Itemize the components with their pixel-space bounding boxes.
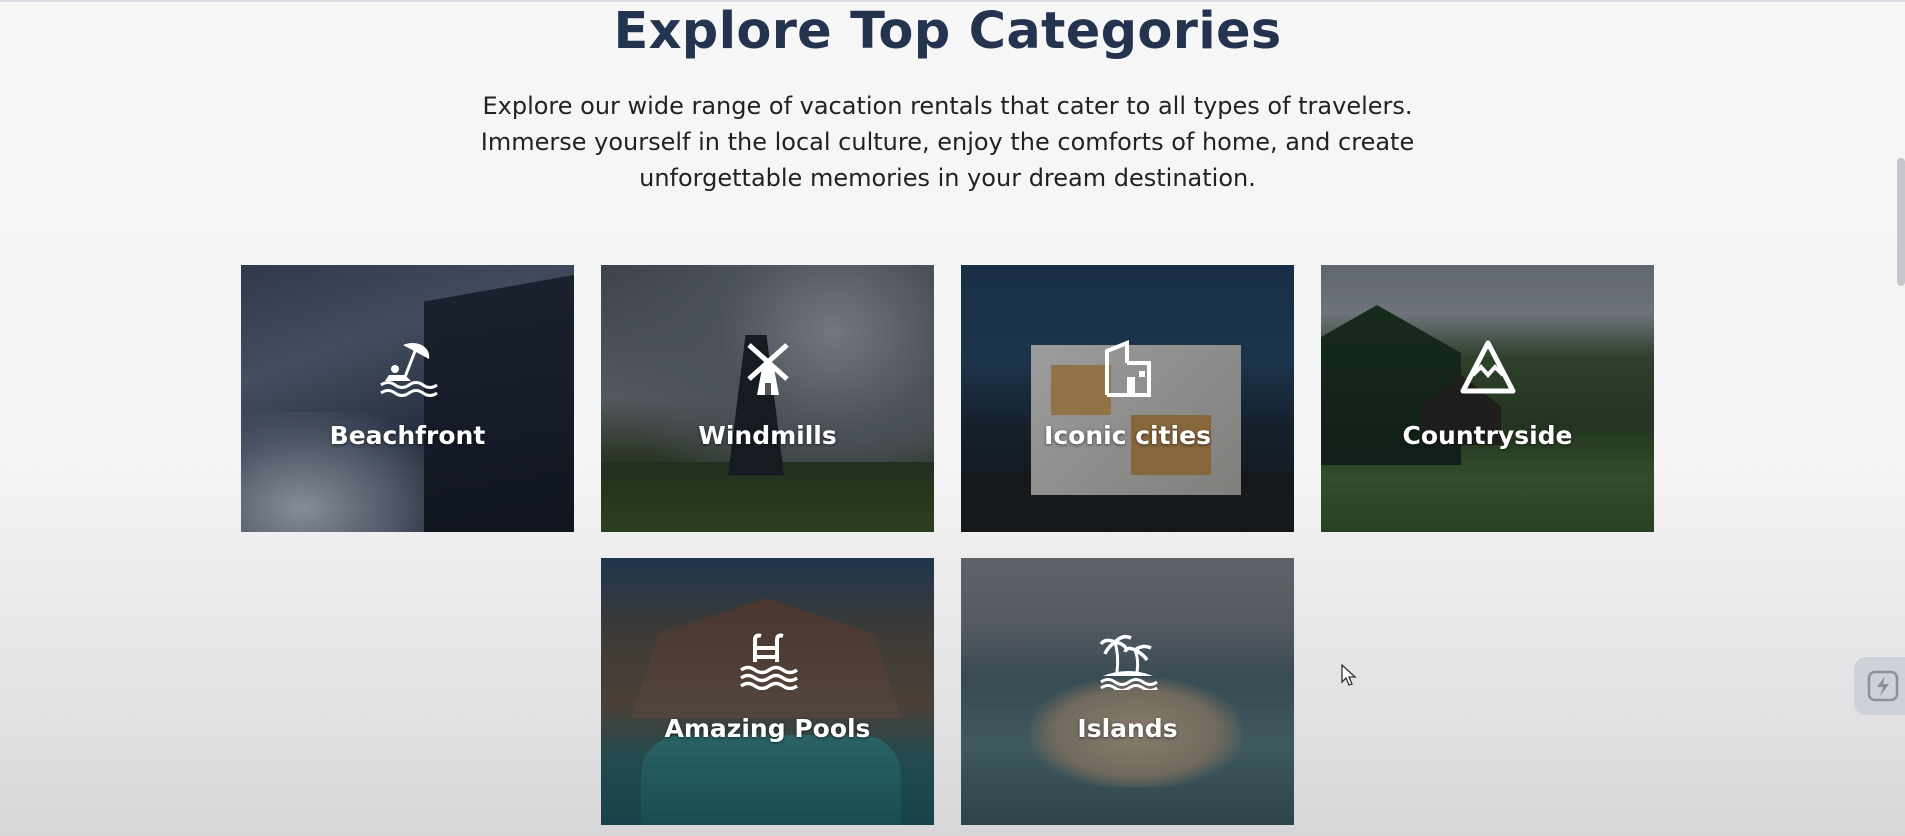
category-label: Beachfront <box>329 421 486 450</box>
section-heading: Explore Top Categories <box>613 2 1282 61</box>
category-card-amazing-pools[interactable]: Amazing Pools <box>601 558 934 825</box>
category-card-islands[interactable]: Islands <box>961 558 1294 825</box>
category-label: Iconic cities <box>1044 421 1211 450</box>
category-label: Islands <box>1077 714 1178 743</box>
mouse-cursor-icon <box>1341 663 1357 686</box>
category-label: Amazing Pools <box>664 714 871 743</box>
side-widget-button[interactable] <box>1854 657 1905 715</box>
palm-island-icon <box>1099 634 1158 690</box>
city-building-icon <box>1104 340 1151 397</box>
beach-umbrella-icon <box>379 342 438 397</box>
scrollbar-thumb[interactable] <box>1897 158 1905 286</box>
category-label: Countryside <box>1402 421 1573 450</box>
category-card-iconic-cities[interactable]: Iconic cities <box>961 265 1294 532</box>
category-label: Windmills <box>698 421 837 450</box>
lightning-icon <box>1867 670 1899 702</box>
section-intro: Explore our wide range of vacation renta… <box>480 92 1415 192</box>
category-card-countryside[interactable]: Countryside <box>1321 265 1654 532</box>
category-card-windmills[interactable]: Windmills <box>601 265 934 532</box>
mountain-icon <box>1460 340 1515 394</box>
category-card-beachfront[interactable]: Beachfront <box>241 265 574 532</box>
pool-ladder-icon <box>739 633 798 690</box>
windmill-icon <box>746 343 789 395</box>
